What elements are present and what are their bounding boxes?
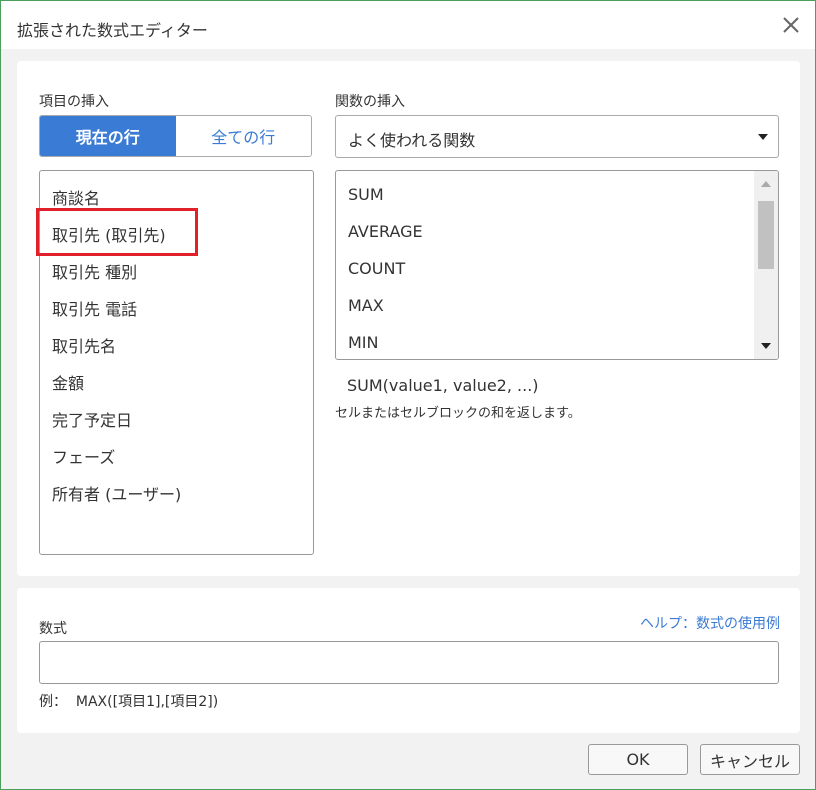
close-icon[interactable] — [779, 13, 803, 37]
function-item-average[interactable]: AVERAGE — [348, 222, 423, 241]
function-item-count[interactable]: COUNT — [348, 259, 405, 278]
field-item-deal-name[interactable]: 商談名 — [52, 185, 100, 209]
function-list: SUM AVERAGE COUNT MAX MIN — [335, 170, 779, 360]
field-list: 商談名 取引先 (取引先) 取引先 種別 取引先 電話 取引先名 金額 完了予定… — [39, 170, 314, 555]
current-row-tab[interactable]: 現在の行 — [40, 116, 176, 156]
function-item-max[interactable]: MAX — [348, 296, 384, 315]
scroll-down-icon[interactable] — [761, 343, 771, 349]
insert-function-label: 関数の挿入 — [335, 94, 405, 110]
formula-panel: 数式 ヘルプ：数式の使用例 例： MAX([項目1],[項目2]) — [17, 588, 800, 733]
field-item-stage[interactable]: フェーズ — [52, 444, 115, 468]
cancel-button[interactable]: キャンセル — [700, 744, 800, 775]
function-item-min[interactable]: MIN — [348, 333, 379, 352]
formula-editor-dialog: 拡張された数式エディター 項目の挿入 現在の行 全ての行 商談名 取引先 (取引… — [0, 0, 816, 790]
insert-panel: 項目の挿入 現在の行 全ての行 商談名 取引先 (取引先) 取引先 種別 取引先… — [17, 61, 800, 576]
field-item-account-type[interactable]: 取引先 種別 — [52, 259, 137, 283]
scroll-thumb[interactable] — [758, 201, 774, 269]
dialog-title: 拡張された数式エディター — [17, 21, 208, 40]
formula-example: 例： MAX([項目1],[項目2]) — [39, 694, 219, 710]
formula-input[interactable] — [39, 641, 779, 684]
function-list-scrollbar[interactable] — [754, 171, 778, 359]
field-item-account-name[interactable]: 取引先名 — [52, 333, 116, 357]
title-bar: 拡張された数式エディター — [1, 1, 815, 49]
field-item-account-phone[interactable]: 取引先 電話 — [52, 296, 137, 320]
insert-field-label: 項目の挿入 — [39, 94, 109, 110]
scroll-up-icon[interactable] — [761, 181, 771, 187]
ok-button[interactable]: OK — [588, 744, 688, 775]
field-item-account[interactable]: 取引先 (取引先) — [52, 222, 166, 246]
function-category-select[interactable]: よく使われる関数 — [335, 115, 779, 158]
chevron-down-icon — [758, 134, 768, 140]
help-link[interactable]: ヘルプ：数式の使用例 — [640, 613, 780, 633]
function-description: セルまたはセルブロックの和を返します。 — [335, 406, 581, 421]
field-item-amount[interactable]: 金額 — [52, 370, 84, 394]
row-scope-toggle: 現在の行 全ての行 — [39, 115, 312, 157]
field-item-owner[interactable]: 所有者 (ユーザー) — [52, 481, 181, 505]
function-signature: SUM(value1, value2, ...) — [347, 376, 539, 395]
field-item-close-date[interactable]: 完了予定日 — [52, 407, 132, 431]
formula-label: 数式 — [39, 621, 67, 637]
function-category-value: よく使われる関数 — [348, 131, 476, 150]
all-rows-tab[interactable]: 全ての行 — [175, 116, 311, 156]
function-item-sum[interactable]: SUM — [348, 185, 384, 204]
